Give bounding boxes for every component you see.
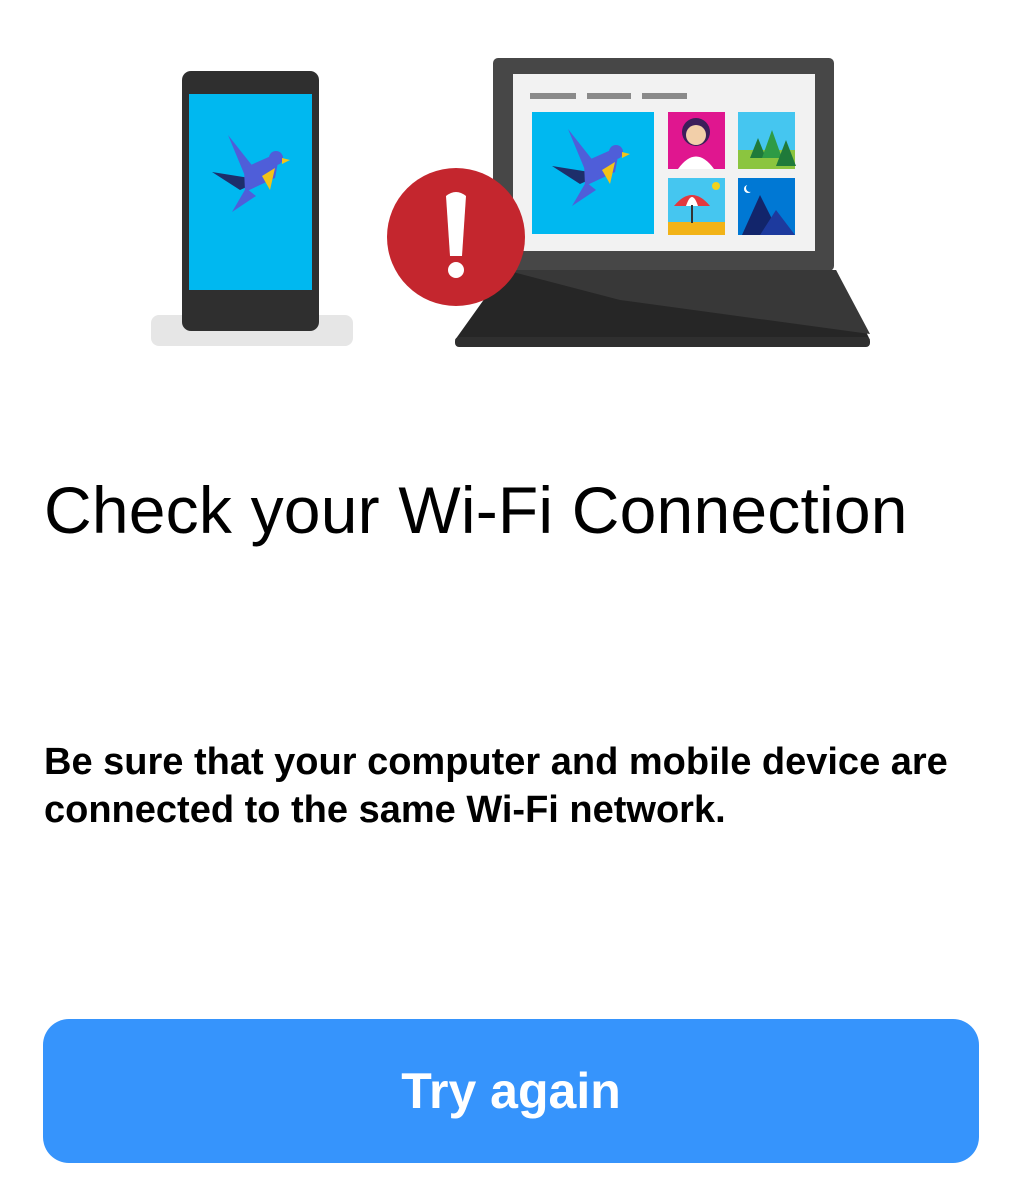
forest-image <box>738 112 796 169</box>
try-again-button[interactable]: Try again <box>43 1019 979 1163</box>
wifi-error-illustration <box>151 58 870 347</box>
laptop-icon <box>455 58 870 347</box>
page-title: Check your Wi-Fi Connection <box>44 473 908 547</box>
instructions-text: Be sure that your computer and mobile de… <box>44 741 948 831</box>
person-portrait-image <box>668 112 725 169</box>
mountain-night-image <box>738 178 795 235</box>
error-alert-icon <box>387 168 525 306</box>
phone-icon <box>151 71 353 346</box>
beach-umbrella-image <box>668 178 725 235</box>
